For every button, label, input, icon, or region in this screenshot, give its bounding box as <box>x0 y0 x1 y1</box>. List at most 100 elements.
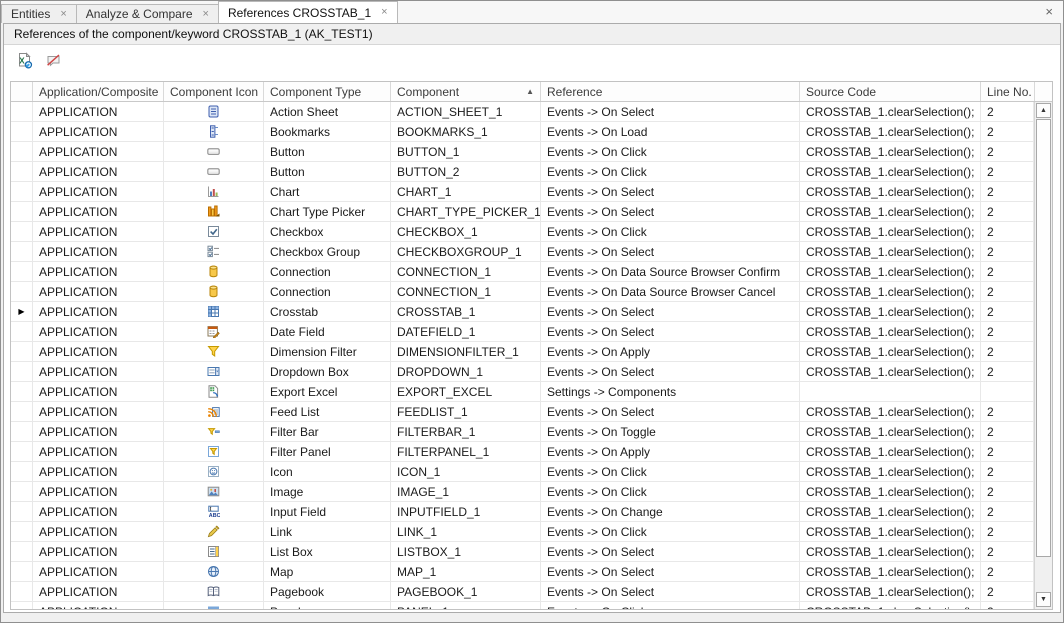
table-row[interactable]: APPLICATIONButtonBUTTON_2Events -> On Cl… <box>11 162 1034 182</box>
table-row[interactable]: APPLICATIONPagebookPAGEBOOK_1Events -> O… <box>11 582 1034 602</box>
column-header-component[interactable]: Component▲ <box>391 82 541 101</box>
table-row[interactable]: APPLICATIONFilter PanelFILTERPANEL_1Even… <box>11 442 1034 462</box>
component-cell: CHECKBOX_1 <box>391 222 541 241</box>
scroll-up-icon[interactable]: ▲ <box>1036 103 1051 118</box>
line-cell: 2 <box>981 202 1034 221</box>
table-row[interactable]: APPLICATIONIconICON_1Events -> On ClickC… <box>11 462 1034 482</box>
table-row[interactable]: ▶APPLICATIONCrosstabCROSSTAB_1Events -> … <box>11 302 1034 322</box>
tab-analyze-compare[interactable]: Analyze & Compare× <box>76 4 219 23</box>
icon-cell <box>164 462 264 481</box>
app-cell: APPLICATION <box>33 362 164 381</box>
table-row[interactable]: APPLICATIONCheckbox GroupCHECKBOXGROUP_1… <box>11 242 1034 262</box>
table-row[interactable]: APPLICATIONLinkLINK_1Events -> On ClickC… <box>11 522 1034 542</box>
app-cell: APPLICATION <box>33 462 164 481</box>
tab-label: Entities <box>11 7 50 21</box>
component-cell: BUTTON_1 <box>391 142 541 161</box>
row-indicator-cell <box>11 422 33 441</box>
column-header-application-composite[interactable]: Application/Composite <box>33 82 164 101</box>
table-row[interactable]: APPLICATIONFeed ListFEEDLIST_1Events -> … <box>11 402 1034 422</box>
line-cell: 2 <box>981 262 1034 281</box>
column-header-source-code[interactable]: Source Code <box>800 82 981 101</box>
table-row[interactable]: APPLICATIONButtonBUTTON_1Events -> On Cl… <box>11 142 1034 162</box>
column-header-component-icon[interactable]: Component Icon <box>164 82 264 101</box>
component-cell: PAGEBOOK_1 <box>391 582 541 601</box>
tab-references-crosstab-1[interactable]: References CROSSTAB_1× <box>218 1 398 23</box>
type-cell: Filter Panel <box>264 442 391 461</box>
clear-comments-button[interactable] <box>42 51 64 73</box>
reference-cell: Events -> On Select <box>541 542 800 561</box>
component-cell: CONNECTION_1 <box>391 262 541 281</box>
icon-cell <box>164 562 264 581</box>
row-indicator-cell <box>11 202 33 221</box>
app-cell: APPLICATION <box>33 142 164 161</box>
table-row[interactable]: APPLICATIONAction SheetACTION_SHEET_1Eve… <box>11 102 1034 122</box>
icon-cell <box>164 102 264 121</box>
scroll-down-icon[interactable]: ▼ <box>1036 592 1051 607</box>
table-row[interactable]: APPLICATIONBookmarksBOOKMARKS_1Events ->… <box>11 122 1034 142</box>
vertical-scrollbar[interactable]: ▲ ▼ <box>1034 102 1052 609</box>
table-row[interactable]: APPLICATIONExport ExcelEXPORT_EXCELSetti… <box>11 382 1034 402</box>
table-body: APPLICATIONAction SheetACTION_SHEET_1Eve… <box>11 102 1034 609</box>
table-row[interactable]: APPLICATIONConnectionCONNECTION_1Events … <box>11 262 1034 282</box>
table-row[interactable]: APPLICATIONChart Type PickerCHART_TYPE_P… <box>11 202 1034 222</box>
scrollbar-thumb[interactable] <box>1036 119 1051 557</box>
reference-cell: Events -> On Click <box>541 162 800 181</box>
type-cell: Checkbox <box>264 222 391 241</box>
table-row[interactable]: APPLICATIONDropdown BoxDROPDOWN_1Events … <box>11 362 1034 382</box>
table-row[interactable]: APPLICATIONList BoxLISTBOX_1Events -> On… <box>11 542 1034 562</box>
table-row[interactable]: APPLICATIONChartCHART_1Events -> On Sele… <box>11 182 1034 202</box>
source-cell: CROSSTAB_1.clearSelection(); <box>800 362 981 381</box>
column-header-label: Source Code <box>806 85 876 101</box>
source-cell: CROSSTAB_1.clearSelection(); <box>800 602 981 609</box>
column-header-line-no[interactable]: Line No. <box>981 82 1035 101</box>
line-cell: 2 <box>981 402 1034 421</box>
type-cell: Date Field <box>264 322 391 341</box>
icon-cell <box>164 382 264 401</box>
table-row[interactable]: APPLICATIONFilter BarFILTERBAR_1Events -… <box>11 422 1034 442</box>
export-excel-button[interactable]: X <box>13 51 35 73</box>
icon-cell <box>164 542 264 561</box>
row-indicator-cell <box>11 242 33 261</box>
source-cell: CROSSTAB_1.clearSelection(); <box>800 102 981 121</box>
table-row[interactable]: APPLICATIONDate FieldDATEFIELD_1Events -… <box>11 322 1034 342</box>
date-field-icon <box>207 325 220 338</box>
filter-panel-icon <box>207 445 220 458</box>
app-cell: APPLICATION <box>33 342 164 361</box>
source-cell: CROSSTAB_1.clearSelection(); <box>800 322 981 341</box>
reference-cell: Events -> On Apply <box>541 342 800 361</box>
app-cell: APPLICATION <box>33 282 164 301</box>
tab-entities[interactable]: Entities × <box>1 4 77 23</box>
table-row[interactable]: APPLICATIONDimension FilterDIMENSIONFILT… <box>11 342 1034 362</box>
table-row[interactable]: APPLICATIONPanelPANEL_1Events -> On Clic… <box>11 602 1034 609</box>
feed-list-icon <box>207 405 220 418</box>
column-header-label: Application/Composite <box>39 85 158 101</box>
line-cell: 2 <box>981 562 1034 581</box>
source-cell: CROSSTAB_1.clearSelection(); <box>800 262 981 281</box>
app-cell: APPLICATION <box>33 202 164 221</box>
column-header-component-type[interactable]: Component Type <box>264 82 391 101</box>
tab-close-icon[interactable]: × <box>60 9 66 20</box>
image-icon <box>207 485 220 498</box>
tab-close-icon[interactable]: × <box>381 7 387 18</box>
icon-cell <box>164 602 264 609</box>
reference-cell: Settings -> Components <box>541 382 800 401</box>
table-row[interactable]: APPLICATIONMapMAP_1Events -> On SelectCR… <box>11 562 1034 582</box>
column-header-reference[interactable]: Reference <box>541 82 800 101</box>
type-cell: Chart Type Picker <box>264 202 391 221</box>
sort-asc-icon: ▲ <box>526 85 534 101</box>
row-indicator-cell <box>11 322 33 341</box>
line-cell: 2 <box>981 482 1034 501</box>
tab-close-icon[interactable]: × <box>203 9 209 20</box>
table-row[interactable]: APPLICATIONImageIMAGE_1Events -> On Clic… <box>11 482 1034 502</box>
icon-cell <box>164 362 264 381</box>
type-cell: Feed List <box>264 402 391 421</box>
row-indicator-cell <box>11 122 33 141</box>
table-row[interactable]: APPLICATIONABCInput FieldINPUTFIELD_1Eve… <box>11 502 1034 522</box>
table-row[interactable]: APPLICATIONCheckboxCHECKBOX_1Events -> O… <box>11 222 1034 242</box>
row-indicator-cell <box>11 182 33 201</box>
close-icon[interactable]: × <box>1045 5 1053 18</box>
line-cell: 2 <box>981 522 1034 541</box>
icon-cell <box>164 282 264 301</box>
type-cell: Crosstab <box>264 302 391 321</box>
table-row[interactable]: APPLICATIONConnectionCONNECTION_1Events … <box>11 282 1034 302</box>
